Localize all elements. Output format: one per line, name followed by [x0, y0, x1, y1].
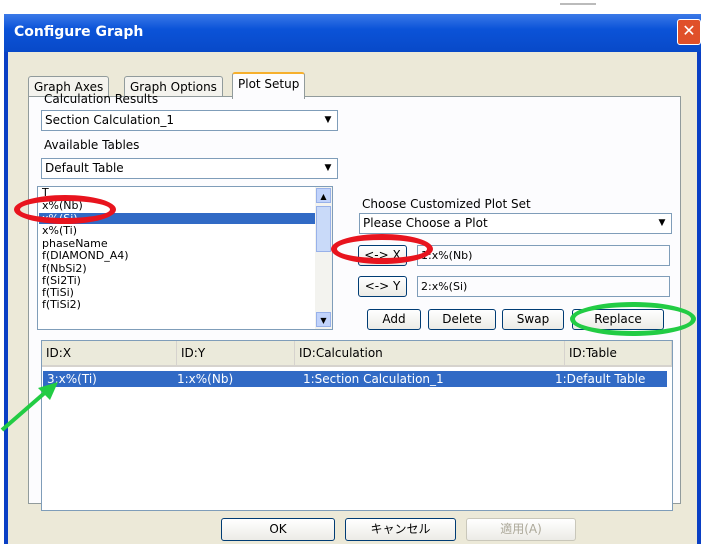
listbox-scrollbar[interactable]: ▲ ▼ [315, 187, 332, 329]
table-cell: 1:x%(Nb) [177, 372, 234, 386]
available-tables-label: Available Tables [44, 138, 140, 152]
dialog-title: Configure Graph [14, 24, 144, 40]
column-header-idy[interactable]: ID:Y [177, 341, 295, 367]
chevron-down-icon[interactable]: ▼ [654, 215, 670, 232]
column-header-table[interactable]: ID:Table [565, 341, 672, 367]
list-item[interactable]: f(NbSi2) [42, 263, 87, 274]
ok-button[interactable]: OK [221, 518, 335, 541]
table-cell: 1:Default Table [555, 372, 646, 386]
plot-set-value: Please Choose a Plot [363, 216, 488, 230]
red-highlight-oval [331, 234, 433, 264]
y-axis-field[interactable]: 2:x%(Si) [417, 276, 670, 297]
green-arrow-icon [0, 382, 58, 432]
red-highlight-oval [14, 195, 116, 224]
scroll-up-icon[interactable]: ▲ [316, 188, 331, 203]
calc-results-select[interactable]: Section Calculation_1 ▼ [41, 110, 338, 131]
chevron-down-icon[interactable]: ▼ [320, 160, 336, 177]
scroll-thumb[interactable] [316, 206, 331, 252]
column-header-calculation[interactable]: ID:Calculation [295, 341, 565, 367]
apply-button[interactable]: 適用(A) [466, 518, 576, 541]
available-tables-value: Default Table [45, 161, 124, 175]
plot-set-select[interactable]: Please Choose a Plot ▼ [359, 213, 672, 234]
available-tables-select[interactable]: Default Table ▼ [41, 158, 338, 179]
background-artifact [560, 3, 596, 5]
swap-y-button[interactable]: <-> Y [358, 276, 407, 297]
calc-results-label: Calculation Results [44, 92, 159, 106]
list-item[interactable]: f(TiSi2) [42, 299, 81, 310]
scroll-down-icon[interactable]: ▼ [316, 312, 331, 327]
list-item[interactable]: f(DIAMOND_A4) [42, 250, 129, 261]
table-cell: 1:Section Calculation_1 [303, 372, 444, 386]
x-axis-field[interactable]: 1:x%(Nb) [417, 245, 670, 266]
list-item[interactable]: x%(Ti) [42, 225, 77, 236]
list-item[interactable]: f(TiSi) [42, 287, 74, 298]
list-item[interactable]: f(Si2Ti) [42, 275, 81, 286]
plot-table[interactable]: ID:X ID:Y ID:Calculation ID:Table 3:x%(T… [41, 340, 673, 511]
swap-button[interactable]: Swap [502, 309, 564, 330]
column-header-idx[interactable]: ID:X [42, 341, 177, 367]
title-bar: Configure Graph ✕ [4, 14, 701, 52]
chevron-down-icon[interactable]: ▼ [320, 112, 336, 129]
delete-button[interactable]: Delete [428, 309, 496, 330]
add-button[interactable]: Add [367, 309, 421, 330]
calc-results-value: Section Calculation_1 [45, 113, 174, 127]
plot-set-label: Choose Customized Plot Set [362, 197, 531, 211]
close-icon[interactable]: ✕ [677, 19, 701, 45]
list-item[interactable]: phaseName [42, 238, 108, 249]
green-highlight-oval [570, 302, 696, 336]
cancel-button[interactable]: キャンセル [345, 518, 456, 541]
tab-plot-setup[interactable]: Plot Setup [232, 72, 306, 99]
table-row[interactable]: 3:x%(Ti) 1:x%(Nb) 1:Section Calculation_… [43, 371, 667, 387]
